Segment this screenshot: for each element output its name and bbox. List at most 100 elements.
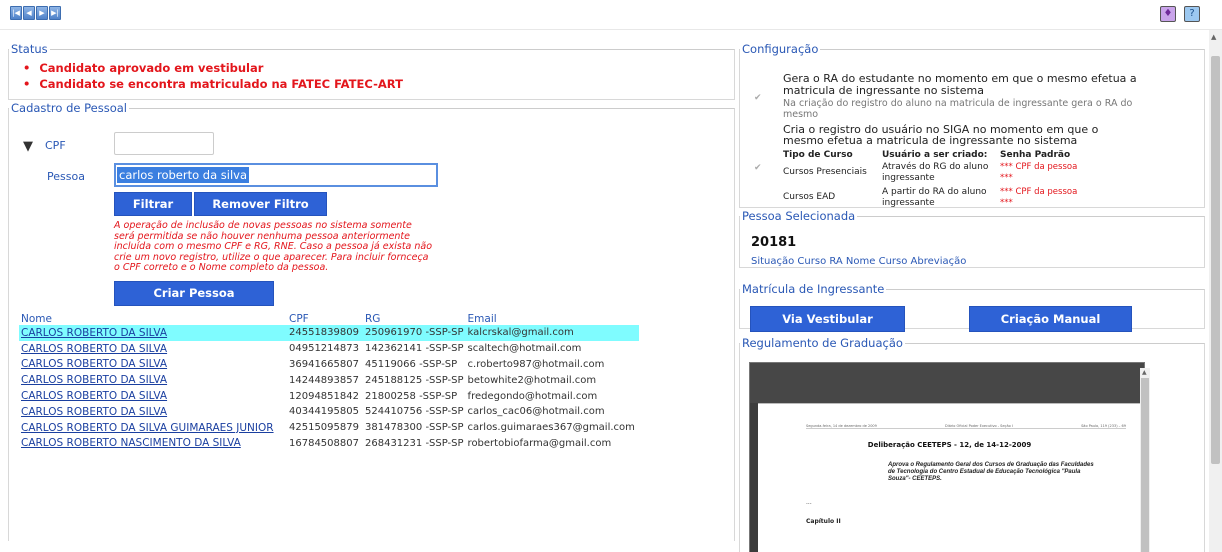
row-nome-link[interactable]: CARLOS ROBERTO DA SILVA [19,341,287,357]
table-row[interactable]: CARLOS ROBERTO DA SILVA 36941665807 4511… [19,357,639,373]
page-scroll-thumb[interactable] [1211,56,1220,464]
pdf-page: Segunda-feira, 14 de dezembro de 2009 Di… [758,403,1141,552]
remover-filtro-button[interactable]: Remover Filtro [194,192,327,216]
cadastro-panel: Cadastro de Pessoal ▼ CPF Pessoa carlos … [8,101,735,541]
table-row[interactable]: CARLOS ROBERTO DA SILVA 14244893857 2451… [19,372,639,388]
table-row[interactable]: CARLOS ROBERTO DA SILVA 12094851842 2180… [19,388,639,404]
row-email: fredegondo@hotmail.com [467,390,598,402]
status-legend: Status [11,42,48,56]
row-nome-link[interactable]: CARLOS ROBERTO DA SILVA [19,372,287,388]
config-row-tipo: Cursos Presenciais [783,167,867,177]
table-row[interactable]: CARLOS ROBERTO DA SILVA GUIMARAES JUNIOR… [19,420,639,436]
help-globe-icon[interactable]: ? [1184,6,1200,22]
next-record-button[interactable]: ▶ [36,6,48,20]
pessoa-selecionada-columns: Situação Curso RA Nome Curso Abreviação [751,256,967,267]
row-nome-link[interactable]: CARLOS ROBERTO DA SILVA [19,404,287,420]
pdf-header-left: Segunda-feira, 14 de dezembro de 2009 [806,424,877,428]
scroll-up-arrow-icon[interactable]: ▲ [1211,33,1216,41]
row-rg: 21800258 -SSP-SP [365,390,458,402]
page-scrollbar[interactable]: ▲ ▼ [1209,30,1222,552]
usuario-config-table: Tipo de Curso Usuário a ser criado: Senh… [781,149,1088,210]
pdf-scroll-up-arrow-icon[interactable]: ▲ [1142,369,1147,376]
filter-funnel-icon: ▼ [23,139,33,154]
config-row-usuario: Através do RG do aluno ingressante [882,161,989,183]
pdf-viewer[interactable]: Segunda-feira, 14 de dezembro de 2009 Di… [749,362,1145,552]
pdf-header-center: Diário Oficial Poder Executivo - Seção I [945,424,1013,428]
first-record-button[interactable]: |◀ [10,6,22,20]
row-rg: 45119066 -SSP-SP [365,358,458,370]
pessoa-input-selected-text[interactable]: carlos roberto da silva [117,167,250,183]
inclusion-warning: A operação de inclusão de novas pessoas … [114,220,433,273]
row-email: c.roberto987@hotmail.com [467,358,605,370]
status-item: Candidato aprovado em vestibular [23,60,734,76]
cria-usuario-checkbox[interactable]: ✔ [754,163,762,173]
row-rg: 381478300 -SSP-SP [365,422,464,434]
via-vestibular-button[interactable]: Via Vestibular [750,306,905,332]
table-row[interactable]: CARLOS ROBERTO DA SILVA 40344195805 5244… [19,404,639,420]
pdf-header-right: São Paulo, 119 (233) – 69 [1081,424,1126,428]
col-nome: Nome [21,312,52,325]
row-nome-link[interactable]: CARLOS ROBERTO DA SILVA [19,357,287,373]
top-toolbar: |◀ ◀ ▶ ▶| ♦ ? [0,0,1222,30]
book-icon[interactable]: ♦ [1160,6,1176,22]
row-rg: 142362141 -SSP-SP [365,343,464,355]
criacao-manual-button[interactable]: Criação Manual [969,306,1132,332]
table-row[interactable]: CARLOS ROBERTO NASCIMENTO DA SILVA 16784… [19,436,639,452]
cpf-input[interactable] [114,132,214,155]
cria-usuario-label: Cria o registro do usuário no SIGA no mo… [783,123,1099,147]
row-rg: 268431231 -SSP-SP [365,437,464,449]
cadastro-legend: Cadastro de Pessoal [11,101,127,115]
config-row-tipo: Cursos EAD [783,192,836,202]
gera-ra-label: Gera o RA do estudante no momento em que… [783,72,1137,97]
filtrar-button[interactable]: Filtrar [114,192,192,216]
row-email: robertobiofarma@gmail.com [467,437,612,449]
row-cpf: 24551839809 [287,325,363,341]
criar-pessoa-button[interactable]: Criar Pessoa [114,281,274,306]
row-cpf: 36941665807 [289,358,359,370]
pdf-scrollbar[interactable]: ▲ [1140,368,1150,552]
matricula-panel: Matrícula de Ingressante Via Vestibular … [739,282,1205,332]
row-nome-link[interactable]: CARLOS ROBERTO DA SILVA [19,325,287,341]
pdf-page-header: Segunda-feira, 14 de dezembro de 2009 Di… [806,424,1126,429]
pdf-ellipsis: ... [806,499,812,506]
col-usuario: Usuário a ser criado: [882,149,988,160]
selected-ra: 20181 [751,235,797,250]
pdf-deliberacao-body: Aprova o Regulamento Geral dos Cursos de… [888,462,1094,482]
row-nome-link[interactable]: CARLOS ROBERTO DA SILVA GUIMARAES JUNIOR [19,420,287,436]
regulamento-legend: Regulamento de Graduação [742,336,903,350]
row-nome-link[interactable]: CARLOS ROBERTO NASCIMENTO DA SILVA [19,436,287,452]
pdf-scroll-thumb[interactable] [1141,378,1149,552]
gera-ra-checkbox[interactable]: ✔ [754,93,762,103]
pessoas-table: Nome CPF RG Email CARLOS ROBERTO DA SILV… [19,312,639,451]
row-cpf: 16784508807 [289,437,359,449]
pessoa-label: Pessoa [47,170,85,183]
configuracao-legend: Configuração [742,42,819,56]
table-row[interactable]: CARLOS ROBERTO DA SILVA 24551839809 2509… [19,325,639,341]
row-rg: 245188125 -SSP-SP [365,374,464,386]
pessoa-selecionada-panel: Pessoa Selecionada 20181 Situação Curso … [739,209,1205,268]
row-nome-link[interactable]: CARLOS ROBERTO DA SILVA [19,388,287,404]
row-rg: 250961970 -SSP-SP [363,325,466,341]
col-cpf: CPF [289,312,309,325]
row-email: kalcrskal@gmail.com [465,325,639,341]
row-cpf: 12094851842 [289,390,359,402]
col-tipo-curso: Tipo de Curso [783,149,853,160]
prev-record-button[interactable]: ◀ [23,6,35,20]
cpf-label: CPF [45,139,66,152]
row-email: scaltech@hotmail.com [467,343,582,355]
row-email: betowhite2@hotmail.com [467,374,597,386]
row-email: carlos_cac06@hotmail.com [467,406,605,418]
last-record-button[interactable]: ▶| [49,6,61,20]
config-row-senha: *** CPF da pessoa *** [1000,161,1078,183]
row-email: carlos.guimaraes367@gmail.com [467,422,635,434]
status-panel: Status Candidato aprovado em vestibular … [8,42,735,100]
row-cpf: 42515095879 [289,422,359,434]
record-navigation: |◀ ◀ ▶ ▶| [10,6,61,20]
pdf-viewer-toolbar [750,363,1144,403]
col-rg: RG [365,312,381,325]
status-list: Candidato aprovado em vestibular Candida… [9,60,734,92]
table-row[interactable]: CARLOS ROBERTO DA SILVA 04951214873 1423… [19,341,639,357]
col-senha: Senha Padrão [1000,149,1071,160]
col-email: Email [467,312,497,325]
row-cpf: 04951214873 [289,343,359,355]
